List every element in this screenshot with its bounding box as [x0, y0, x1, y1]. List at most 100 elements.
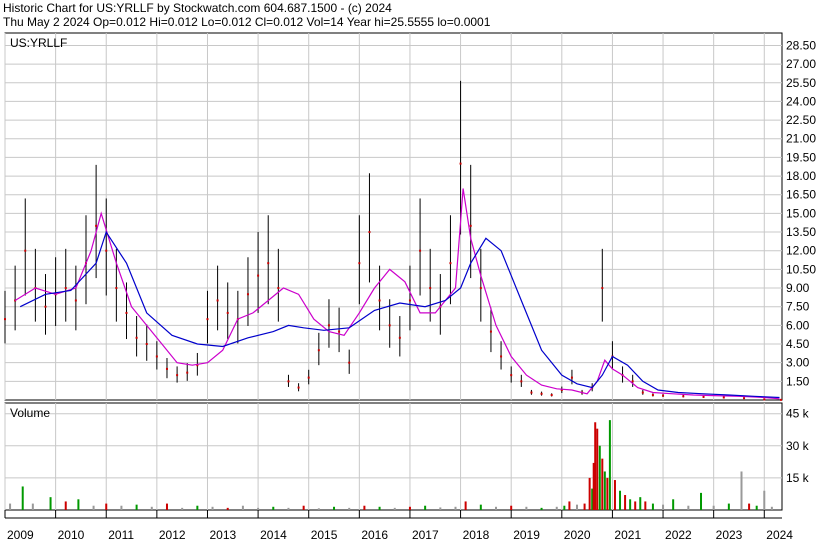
- year-tick-label: 2009: [7, 528, 34, 542]
- close-point: [135, 336, 138, 339]
- price-tick-label: 9.00: [786, 281, 810, 295]
- volume-bar: [408, 506, 411, 510]
- volume-bar: [454, 506, 457, 510]
- close-point: [702, 395, 705, 398]
- price-tick-label: 4.50: [786, 337, 810, 351]
- year-tick-label: 2023: [716, 528, 743, 542]
- volume-bar: [378, 506, 381, 510]
- volume-bar: [226, 507, 229, 510]
- volume-axis-labels: 45 k 30 k 15 k: [786, 407, 810, 485]
- volume-bar: [510, 505, 513, 510]
- volume-bar: [613, 480, 616, 510]
- volume-bar: [135, 504, 138, 510]
- close-point: [459, 162, 462, 165]
- volume-bar: [606, 477, 609, 510]
- close-point: [662, 394, 665, 397]
- close-point: [24, 249, 27, 252]
- price-tick-label: 18.00: [786, 169, 816, 183]
- close-point: [419, 249, 422, 252]
- close-point: [449, 262, 452, 265]
- close-point: [287, 380, 290, 383]
- volume-bar: [92, 505, 95, 510]
- close-point: [378, 299, 381, 302]
- volume-bar: [629, 499, 632, 510]
- close-point: [95, 224, 98, 227]
- price-tick-label: 1.50: [786, 374, 810, 388]
- year-tick-label: 2014: [260, 528, 287, 542]
- volume-bar: [21, 486, 24, 510]
- close-point: [489, 330, 492, 333]
- volume-bar: [241, 505, 244, 510]
- volume-bar: [639, 497, 642, 510]
- volume-bar: [77, 499, 80, 510]
- volume-bar: [619, 490, 622, 510]
- close-point: [368, 231, 371, 234]
- close-point: [105, 249, 108, 252]
- volume-bar: [770, 506, 773, 510]
- volume-bar: [165, 503, 168, 510]
- volume-tick-label: 30 k: [786, 439, 810, 453]
- close-point: [388, 324, 391, 327]
- volume-bar: [424, 505, 427, 510]
- volume-bar: [712, 505, 715, 510]
- close-point: [530, 391, 533, 394]
- volume-bar: [211, 506, 214, 510]
- volume-bar: [568, 501, 571, 510]
- volume-bar: [495, 506, 498, 510]
- close-point: [540, 392, 543, 395]
- volume-bar: [755, 505, 758, 510]
- close-point: [206, 318, 209, 321]
- volume-bar: [272, 506, 275, 510]
- volume-bar: [603, 471, 606, 510]
- volume-bar: [608, 420, 611, 510]
- year-tick-label: 2013: [209, 528, 236, 542]
- close-point: [155, 355, 158, 358]
- close-point: [601, 287, 604, 290]
- volume-bar: [740, 471, 743, 510]
- close-point: [176, 374, 179, 377]
- close-point: [297, 386, 300, 389]
- price-tick-label: 27.00: [786, 57, 816, 71]
- price-tick-label: 10.50: [786, 262, 816, 276]
- close-point: [277, 287, 280, 290]
- volume-bar: [120, 505, 123, 510]
- close-point: [550, 394, 553, 397]
- price-volume-chart: 28.50 27.00 25.50 24.00 22.50 21.00 19.50 18.00…: [4, 32, 816, 542]
- close-point: [338, 330, 341, 333]
- close-point: [317, 349, 320, 352]
- price-tick-label: 19.50: [786, 150, 816, 164]
- volume-bar: [700, 492, 703, 510]
- close-point: [165, 367, 168, 370]
- close-point: [429, 287, 432, 290]
- volume-bar: [588, 477, 591, 510]
- volume-bar: [439, 507, 442, 510]
- volume-bar: [601, 458, 604, 510]
- close-point: [408, 299, 411, 302]
- price-tick-label: 6.00: [786, 318, 810, 332]
- volume-bar: [257, 507, 260, 510]
- price-tick-label: 22.50: [786, 113, 816, 127]
- price-tick-label: 12.00: [786, 244, 816, 258]
- volume-bar: [594, 422, 597, 510]
- close-point: [651, 394, 654, 397]
- price-tick-label: 7.50: [786, 300, 810, 314]
- volume-bar: [575, 504, 578, 510]
- close-point: [763, 398, 766, 401]
- close-point: [267, 262, 270, 265]
- volume-bar: [196, 505, 199, 510]
- close-point: [682, 395, 685, 398]
- close-point: [216, 299, 219, 302]
- year-axis-labels: 2009 2010 2011 2012 2013 2014 2015 2016 2017 2018…: [7, 528, 793, 542]
- close-point: [510, 374, 513, 377]
- volume-bar: [525, 506, 528, 510]
- close-point: [257, 274, 260, 277]
- volume-bar: [662, 504, 665, 510]
- close-point: [641, 391, 644, 394]
- volume-bar: [763, 490, 766, 510]
- volume-bar: [105, 503, 108, 510]
- close-point: [722, 396, 725, 399]
- price-tick-label: 16.50: [786, 188, 816, 202]
- close-point: [226, 311, 229, 314]
- volume-bar: [598, 445, 601, 510]
- year-tick-label: 2020: [564, 528, 591, 542]
